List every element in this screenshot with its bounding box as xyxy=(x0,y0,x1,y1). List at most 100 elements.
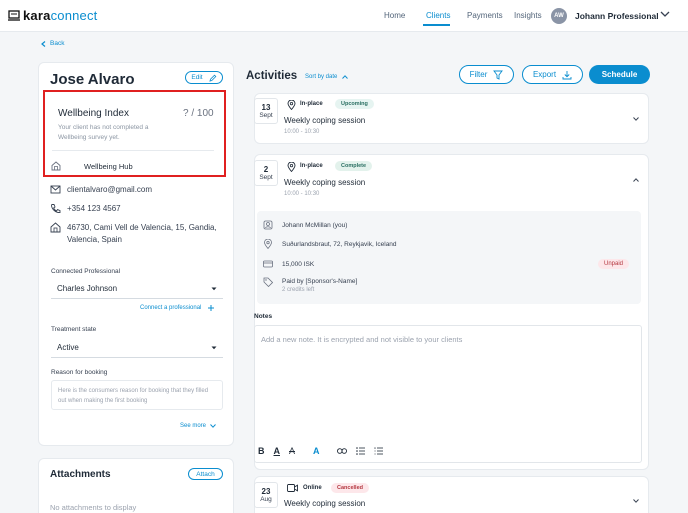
numbered-list-icon[interactable] xyxy=(374,447,383,455)
client-phone[interactable]: +354 123 4567 xyxy=(67,203,121,215)
session-date: 23 Aug xyxy=(254,482,278,508)
session-day: 13 xyxy=(261,102,271,112)
logo-icon xyxy=(8,10,20,21)
text-color-button[interactable]: A xyxy=(313,446,320,456)
chevron-up-icon[interactable] xyxy=(633,178,639,182)
chevron-up-icon xyxy=(342,75,349,79)
attachments-title: Attachments xyxy=(50,469,111,480)
reason-label: Reason for booking xyxy=(51,369,108,376)
payment-status-badge: Unpaid xyxy=(598,259,630,269)
session-month: Sept xyxy=(259,173,273,181)
location-pin-icon xyxy=(287,100,296,110)
session-date: 13 Sept xyxy=(254,98,278,124)
filter-label: Filter xyxy=(469,70,488,79)
phone-row: +354 123 4567 xyxy=(50,203,121,215)
attachments-empty-text: No attachments to display xyxy=(50,503,137,512)
pencil-icon xyxy=(209,74,217,82)
detail-paid-by-text: Paid by [Sponsor's-Name] xyxy=(282,278,358,285)
session-date: 2 Sept xyxy=(254,160,278,186)
avatar[interactable]: AW xyxy=(551,8,567,24)
email-row: clientalvaro@gmail.com xyxy=(50,184,152,196)
brand-logo[interactable]: karaconnect xyxy=(8,8,98,23)
divider xyxy=(52,150,214,151)
wellbeing-hub-link[interactable]: Wellbeing Hub xyxy=(84,162,133,171)
user-badge-icon xyxy=(263,220,273,230)
session-type: In-place xyxy=(300,163,323,169)
chevron-down-icon[interactable] xyxy=(633,499,639,503)
connected-professional-select[interactable]: Charles Johnson xyxy=(51,279,223,299)
see-more-button[interactable]: See more xyxy=(180,423,216,429)
connect-label: Connect a professional xyxy=(140,305,202,311)
session-time: 10:00 - 10:30 xyxy=(284,191,320,197)
download-icon xyxy=(562,70,572,80)
bold-button[interactable]: B xyxy=(258,446,265,456)
chevron-left-icon xyxy=(41,40,46,47)
status-badge: Complete xyxy=(335,161,373,171)
back-label: Back xyxy=(50,40,65,47)
detail-price-text: 15,000 ISK xyxy=(282,260,315,268)
brand-name-light: connect xyxy=(50,8,98,23)
tag-icon xyxy=(263,277,273,287)
wellbeing-description: Your client has not completed a Wellbein… xyxy=(58,124,149,141)
chevron-down-icon[interactable] xyxy=(633,117,639,121)
notes-label: Notes xyxy=(254,313,273,320)
status-badge: Cancelled xyxy=(331,483,369,493)
filter-button[interactable]: Filter xyxy=(459,65,514,84)
nav-insights[interactable]: Insights xyxy=(514,11,542,20)
address-row: 46730, Cami Vell de Valencia, 15, Gandia… xyxy=(50,222,220,246)
reason-field[interactable]: Here is the consumers reason for booking… xyxy=(51,380,223,410)
detail-location: Suðurlandsbraut, 72, Reykjavik, Iceland xyxy=(263,239,397,249)
bulleted-list-icon[interactable] xyxy=(355,447,365,455)
export-button[interactable]: Export xyxy=(522,65,583,84)
phone-icon xyxy=(50,203,61,215)
card-icon xyxy=(263,259,273,269)
treatment-state-value: Active xyxy=(57,343,79,352)
sort-by-date-button[interactable]: Sort by date xyxy=(305,74,349,80)
back-link[interactable]: Back xyxy=(41,40,64,47)
nav-clients[interactable]: Clients xyxy=(426,11,450,20)
treatment-state-select[interactable]: Active xyxy=(51,338,223,358)
detail-price: 15,000 ISK xyxy=(263,259,314,269)
nav-home[interactable]: Home xyxy=(384,11,405,20)
client-email[interactable]: clientalvaro@gmail.com xyxy=(67,184,152,196)
edit-button[interactable]: Edit xyxy=(185,71,223,84)
session-title: Weekly coping session xyxy=(284,178,366,187)
wellbeing-index-title: Wellbeing Index xyxy=(58,108,129,119)
notes-formatting-toolbar: B A A A xyxy=(258,446,383,456)
chevron-down-icon[interactable] xyxy=(660,11,670,18)
strikethrough-button[interactable]: A xyxy=(289,446,295,456)
session-time: 10:00 - 10:30 xyxy=(284,129,320,135)
session-title: Weekly coping session xyxy=(284,116,366,125)
hub-icon xyxy=(51,161,61,171)
session-day: 2 xyxy=(263,164,269,174)
client-address: 46730, Cami Vell de Valencia, 15, Gandia… xyxy=(67,223,217,244)
detail-paid-by: Paid by [Sponsor's-Name] 2 credits left xyxy=(263,277,357,295)
detail-professional: Johann McMillan (you) xyxy=(263,220,347,230)
detail-professional-text: Johann McMillan (you) xyxy=(282,221,348,229)
session-type: Online xyxy=(303,485,322,491)
credits-left-text: 2 credits left xyxy=(282,287,315,293)
session-month: Sept xyxy=(259,111,273,119)
notes-textarea[interactable] xyxy=(254,325,642,463)
session-day: 23 xyxy=(261,486,271,496)
session-month: Aug xyxy=(260,495,272,503)
connected-professional-label: Connected Professional xyxy=(51,268,121,275)
filter-icon xyxy=(493,70,504,80)
connected-professional-value: Charles Johnson xyxy=(57,284,118,293)
connect-professional-link[interactable]: Connect a professional xyxy=(140,305,215,311)
schedule-button[interactable]: Schedule xyxy=(589,65,650,84)
home-icon xyxy=(50,222,61,246)
session-title: Weekly coping session xyxy=(284,499,366,508)
attach-button[interactable]: Attach xyxy=(188,468,223,480)
video-camera-icon xyxy=(287,484,298,492)
treatment-state-label: Treatment state xyxy=(51,326,97,333)
user-name[interactable]: Johann Professional xyxy=(575,11,659,21)
underline-button[interactable]: A xyxy=(274,446,281,456)
location-pin-icon xyxy=(287,162,296,172)
session-type: In-place xyxy=(300,101,323,107)
edit-label: Edit xyxy=(191,74,203,81)
nav-payments[interactable]: Payments xyxy=(467,11,503,20)
detail-location-text: Suðurlandsbraut, 72, Reykjavik, Iceland xyxy=(282,240,397,248)
link-icon[interactable] xyxy=(336,448,347,454)
wellbeing-score: ? / 100 xyxy=(183,108,214,119)
